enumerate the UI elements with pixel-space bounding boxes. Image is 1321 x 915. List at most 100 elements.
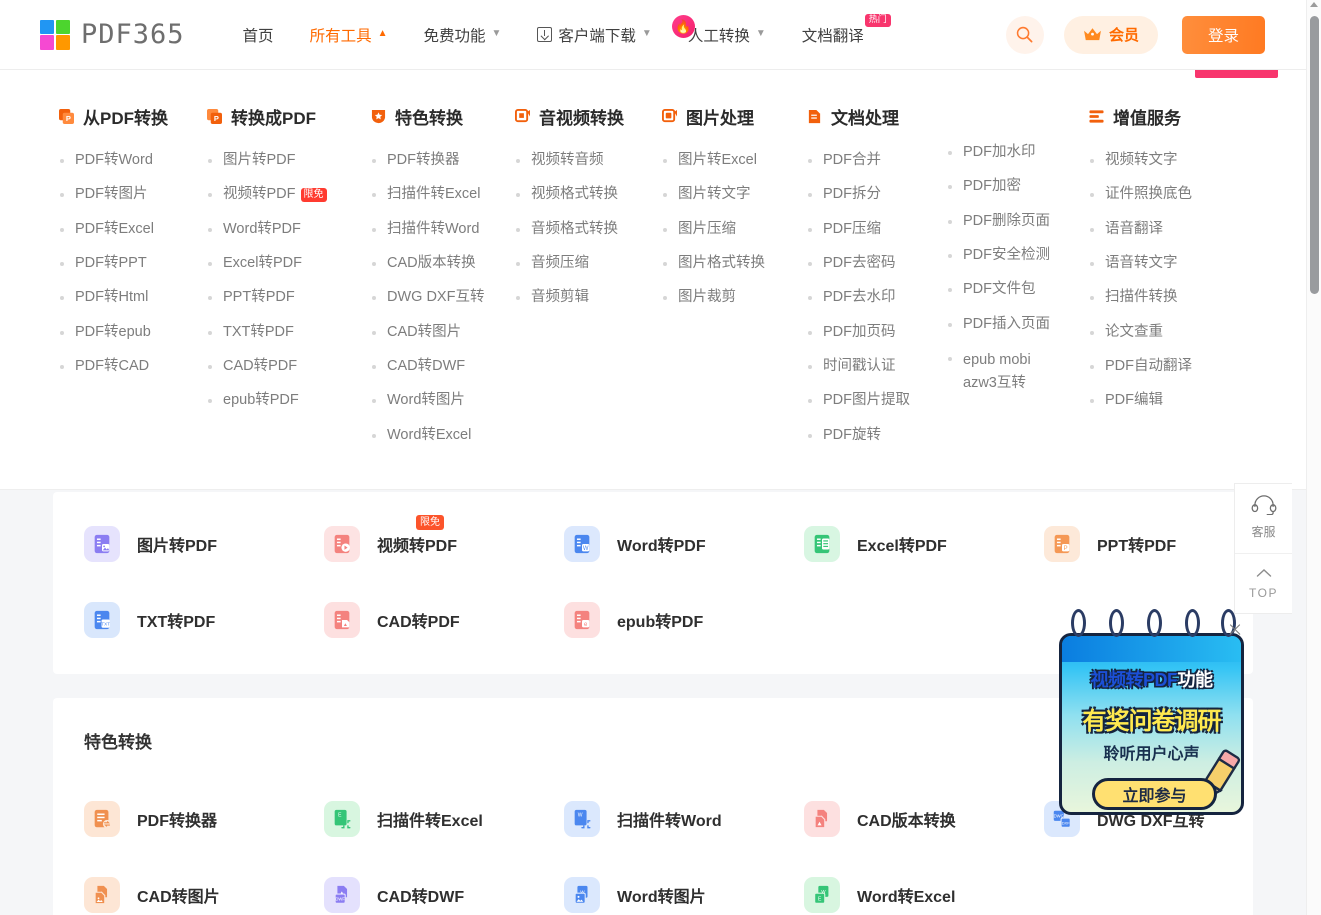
menu-item[interactable]: 图片格式转换 — [662, 254, 807, 273]
tool-card-excel-to-pdf[interactable]: Excel转PDF — [804, 506, 1044, 582]
scroll-up-arrow-icon[interactable] — [1310, 2, 1318, 7]
vip-button[interactable]: 会员 — [1063, 15, 1158, 54]
menu-item[interactable]: Word转图片 — [371, 391, 515, 410]
menu-item[interactable]: Excel转PDF — [207, 254, 371, 273]
tool-card-cad-to-dwf[interactable]: DWF CAD转DWF — [324, 857, 564, 915]
promo-survey-card[interactable]: 视频转PDF功能 有奖问卷调研 聆听用户心声 立即参与 — [1055, 609, 1248, 817]
menu-item[interactable]: Word转Excel — [371, 426, 515, 445]
nav-item-doc-translate[interactable]: 文档翻译 热门 — [802, 13, 891, 46]
mega-column-title: 文档处理 — [807, 104, 947, 129]
menu-item[interactable]: PDF文件包 — [947, 280, 1089, 299]
tool-card-cad-version[interactable]: CAD版本转换 — [804, 781, 1044, 857]
mega-column-value-added: 增值服务 视频转文字 证件照换底色 语音翻译 语音转文字 扫描件转换 论文查重 … — [1089, 104, 1219, 460]
menu-item[interactable]: 扫描件转换 — [1089, 288, 1219, 307]
menu-item[interactable]: PDF合并 — [807, 151, 947, 170]
menu-item[interactable]: 视频转文字 — [1089, 151, 1219, 170]
menu-item[interactable]: 证件照换底色 — [1089, 185, 1219, 204]
page-scrollbar[interactable] — [1306, 0, 1321, 915]
scrollbar-thumb[interactable] — [1310, 16, 1319, 294]
back-to-top-button[interactable]: TOP — [1235, 553, 1292, 613]
tool-card-word-to-pdf[interactable]: W Word转PDF — [564, 506, 804, 582]
menu-item[interactable]: epub转PDF — [207, 391, 371, 410]
menu-item[interactable]: 图片压缩 — [662, 220, 807, 239]
menu-item[interactable]: PDF去密码 — [807, 254, 947, 273]
menu-item[interactable]: CAD版本转换 — [371, 254, 515, 273]
nav-item-all-tools[interactable]: 所有工具 ▲ — [310, 24, 388, 46]
menu-item[interactable]: PDF自动翻译 — [1089, 357, 1219, 376]
mega-list: PDF加水印 PDF加密 PDF删除页面 PDF安全检测 PDF文件包 PDF插… — [947, 143, 1089, 394]
menu-item[interactable]: 扫描件转Excel — [371, 185, 515, 204]
menu-item[interactable]: 音频格式转换 — [515, 220, 662, 239]
tool-card-txt-to-pdf[interactable]: TXT TXT转PDF — [84, 582, 324, 658]
menu-item[interactable]: DWG DXF互转 — [371, 288, 515, 307]
mega-column-media: 音视频转换 视频转音频 视频格式转换 音频格式转换 音频压缩 音频剪辑 — [515, 104, 662, 460]
menu-item[interactable]: PDF旋转 — [807, 426, 947, 445]
menu-item[interactable]: PDF压缩 — [807, 220, 947, 239]
menu-item[interactable]: PDF加页码 — [807, 323, 947, 342]
menu-item[interactable]: CAD转PDF — [207, 357, 371, 376]
menu-item[interactable]: PDF转PPT — [59, 254, 207, 273]
tool-card-video-to-pdf[interactable]: 视频转PDF 限免 — [324, 506, 564, 582]
menu-item[interactable]: 语音翻译 — [1089, 220, 1219, 239]
menu-item[interactable]: PDF转换器 — [371, 151, 515, 170]
menu-item[interactable]: Word转PDF — [207, 220, 371, 239]
menu-item[interactable]: epub mobi azw3互转 — [947, 349, 1047, 394]
menu-item[interactable]: 时间戳认证 — [807, 357, 947, 376]
menu-item[interactable]: PPT转PDF — [207, 288, 371, 307]
tool-card-word-to-image[interactable]: W Word转图片 — [564, 857, 804, 915]
menu-item[interactable]: CAD转DWF — [371, 357, 515, 376]
tool-label: CAD版本转换 — [857, 813, 956, 830]
menu-item[interactable]: 视频格式转换 — [515, 185, 662, 204]
close-icon[interactable] — [1228, 623, 1242, 637]
logo[interactable]: PDF365 — [40, 19, 185, 50]
menu-item[interactable]: 图片转PDF — [207, 151, 371, 170]
tool-card-scan-to-excel[interactable]: E 扫描件转Excel — [324, 781, 564, 857]
menu-item[interactable]: PDF转epub — [59, 323, 207, 342]
mega-column-image: 图片处理 图片转Excel 图片转文字 图片压缩 图片格式转换 图片裁剪 — [662, 104, 807, 460]
tool-card-cad-to-image[interactable]: CAD转图片 — [84, 857, 324, 915]
menu-item[interactable]: 语音转文字 — [1089, 254, 1219, 273]
menu-item[interactable]: 音频压缩 — [515, 254, 662, 273]
menu-item[interactable]: PDF加水印 — [947, 143, 1089, 162]
menu-item[interactable]: PDF拆分 — [807, 185, 947, 204]
nav-item-manual-conversion[interactable]: 🔥 人工转换 ▼ — [671, 14, 766, 46]
menu-item[interactable]: PDF编辑 — [1089, 391, 1219, 410]
nav-item-client-download[interactable]: 客户端下载 ▼ — [537, 24, 652, 46]
menu-item[interactable]: TXT转PDF — [207, 323, 371, 342]
menu-item[interactable]: 图片裁剪 — [662, 288, 807, 307]
tool-card-scan-to-word[interactable]: W 扫描件转Word — [564, 781, 804, 857]
menu-item[interactable]: 图片转文字 — [662, 185, 807, 204]
menu-item[interactable]: PDF转图片 — [59, 185, 207, 204]
menu-item[interactable]: 视频转音频 — [515, 151, 662, 170]
menu-item[interactable]: PDF插入页面 — [947, 315, 1089, 334]
scan-to-excel-icon: E — [324, 801, 360, 837]
menu-item[interactable]: PDF去水印 — [807, 288, 947, 307]
nav-item-home[interactable]: 首页 — [243, 24, 274, 46]
search-button[interactable] — [1005, 15, 1044, 54]
menu-item[interactable]: PDF转Word — [59, 151, 207, 170]
menu-item[interactable]: 音频剪辑 — [515, 288, 662, 307]
tool-card-image-to-pdf[interactable]: 图片转PDF — [84, 506, 324, 582]
login-button[interactable]: 登录 — [1182, 15, 1265, 54]
promo-line-1: 视频转PDF功能 — [1090, 670, 1214, 690]
tool-card-pdf-converter[interactable]: PDF转换器 — [84, 781, 324, 857]
promo-body: 视频转PDF功能 有奖问卷调研 聆听用户心声 立即参与 — [1059, 633, 1244, 815]
menu-item[interactable]: PDF转Html — [59, 288, 207, 307]
menu-item[interactable]: 论文查重 — [1089, 323, 1219, 342]
menu-item[interactable]: CAD转图片 — [371, 323, 515, 342]
menu-item[interactable]: 视频转PDF 限免 — [207, 185, 371, 204]
menu-item[interactable]: PDF删除页面 — [947, 212, 1089, 231]
menu-item[interactable]: PDF图片提取 — [807, 391, 947, 410]
menu-item[interactable]: PDF加密 — [947, 177, 1089, 196]
menu-item[interactable]: PDF安全检测 — [947, 246, 1089, 265]
customer-service-button[interactable]: 客服 — [1235, 484, 1292, 553]
menu-item[interactable]: 扫描件转Word — [371, 220, 515, 239]
nav-item-free-features[interactable]: 免费功能 ▼ — [423, 24, 501, 46]
menu-item[interactable]: 图片转Excel — [662, 151, 807, 170]
tool-card-word-to-excel[interactable]: WE Word转Excel — [804, 857, 1044, 915]
promo-join-button[interactable]: 立即参与 — [1092, 778, 1217, 810]
menu-item[interactable]: PDF转Excel — [59, 220, 207, 239]
tool-card-cad-to-pdf[interactable]: CAD转PDF — [324, 582, 564, 658]
menu-item[interactable]: PDF转CAD — [59, 357, 207, 376]
tool-card-epub-to-pdf[interactable]: e epub转PDF — [564, 582, 804, 658]
